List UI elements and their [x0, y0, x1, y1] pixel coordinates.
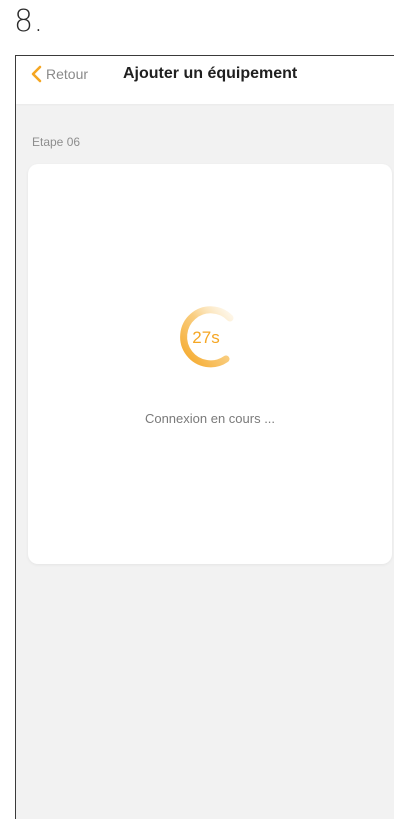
loading-spinner: 27s	[172, 304, 240, 372]
countdown-timer: 27s	[192, 328, 220, 347]
chevron-left-icon	[30, 65, 42, 83]
back-button-label: Retour	[46, 66, 89, 82]
connection-card: 27s Connexion en cours ...	[28, 164, 392, 564]
back-button[interactable]: Retour	[30, 64, 88, 84]
step-label: Etape 06	[32, 135, 81, 149]
phone-screen: Retour Ajouter un équipement Etape 06 27…	[15, 55, 394, 819]
navigation-bar: Retour Ajouter un équipement	[16, 56, 394, 104]
step-number-heading: 8.	[14, 4, 44, 39]
connection-status-text: Connexion en cours ...	[144, 411, 276, 426]
page-title: Ajouter un équipement	[123, 65, 298, 82]
page: 8. Retour Ajouter un équipement Etape 06	[0, 0, 394, 819]
